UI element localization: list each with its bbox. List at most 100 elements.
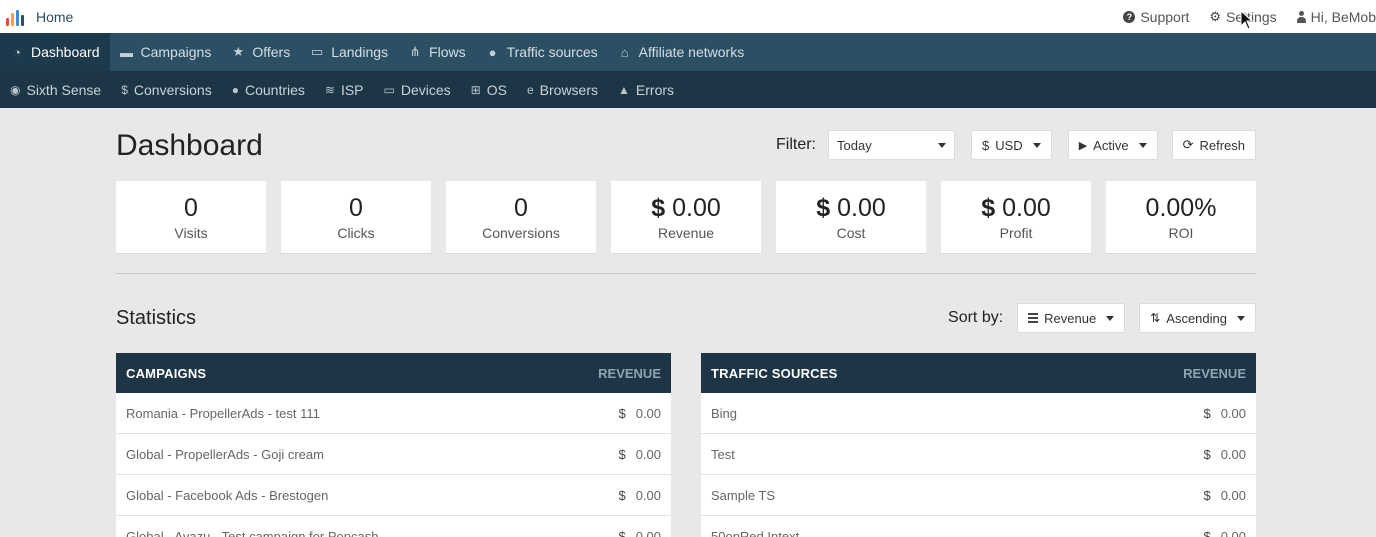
caret-down-icon	[1032, 142, 1041, 148]
status-dropdown[interactable]: ▶ Active	[1067, 130, 1158, 160]
nav-label: Errors	[635, 81, 675, 98]
kpi-value: 0	[184, 194, 198, 222]
nav-label: Dashboard	[31, 44, 100, 60]
row-value: 0.00	[635, 446, 661, 462]
row-name: Global - Avazu - Test campaign for Popca…	[126, 528, 379, 537]
nav-countries[interactable]: ● Countries	[222, 71, 315, 108]
windows-icon: ⊞	[470, 82, 481, 97]
kpi-value: 0	[349, 194, 363, 222]
nav-campaigns[interactable]: ▬ Campaigns	[110, 33, 222, 71]
currency-value: USD	[995, 137, 1023, 153]
table-row[interactable]: Global - PropellerAds - Goji cream $0.00	[116, 434, 671, 475]
sort-order-dropdown[interactable]: ⇅ Ascending	[1139, 303, 1256, 333]
table-row[interactable]: Global - Facebook Ads - Brestogen $0.00	[116, 475, 671, 516]
date-filter-value: Today	[837, 137, 872, 153]
row-value: 0.00	[1220, 487, 1246, 503]
nav-label: Landings	[331, 44, 389, 60]
row-value: 0.00	[635, 487, 661, 503]
nav-label: Countries	[244, 81, 305, 98]
row-name: Test	[711, 446, 735, 462]
kpi-number: 0.00	[837, 194, 886, 222]
kpi-value: $ 0.00	[651, 193, 721, 223]
row-name: Romania - PropellerAds - test 111	[126, 405, 320, 421]
date-filter-select[interactable]: Today	[828, 130, 955, 160]
nav-devices[interactable]: ▭ Devices	[374, 71, 461, 108]
currency-dropdown[interactable]: $ USD	[971, 130, 1052, 160]
row-value: 0.00	[635, 528, 661, 537]
nav-label: Flows	[429, 44, 466, 60]
kpi-label: Visits	[174, 225, 208, 241]
mouse-cursor-icon	[1240, 10, 1254, 30]
nav-os[interactable]: ⊞ OS	[461, 71, 517, 108]
support-link[interactable]: ? Support	[1123, 9, 1189, 25]
secondary-nav: ◉ Sixth Sense $ Conversions ● Countries …	[0, 71, 1376, 108]
panel-title: TRAFFIC SOURCES	[711, 365, 838, 381]
nav-traffic-sources[interactable]: ● Traffic sources	[476, 33, 608, 71]
nav-affiliate-networks[interactable]: ⌂ Affiliate networks	[608, 33, 755, 71]
ie-icon: e	[526, 82, 534, 97]
row-value: 0.00	[1220, 405, 1246, 421]
caret-down-icon	[1106, 315, 1115, 321]
statistics-title: Statistics	[116, 307, 197, 329]
window-icon: ▭	[311, 44, 324, 59]
table-row[interactable]: Bing $0.00	[701, 393, 1256, 434]
nav-errors[interactable]: ▲ Errors	[608, 71, 684, 108]
nav-label: Offers	[252, 44, 291, 60]
nav-label: Conversions	[133, 81, 212, 98]
sort-order-value: Ascending	[1166, 310, 1227, 326]
eye-icon: ◉	[10, 82, 21, 97]
kpi-conversions: 0 Conversions	[446, 181, 596, 254]
kpi-clicks: 0 Clicks	[281, 181, 431, 254]
nav-sixth-sense[interactable]: ◉ Sixth Sense	[0, 71, 111, 108]
table-row[interactable]: Sample TS $0.00	[701, 475, 1256, 516]
row-name: 50onRed Intext	[711, 528, 800, 537]
nav-dashboard[interactable]: ◔ Dashboard	[0, 33, 110, 71]
row-currency: $	[1203, 446, 1211, 462]
caret-down-icon	[1138, 142, 1147, 148]
home-link[interactable]: Home	[6, 8, 73, 26]
user-icon	[1296, 10, 1306, 23]
nav-isp[interactable]: ≋ ISP	[315, 71, 374, 108]
nav-conversions[interactable]: $ Conversions	[111, 71, 222, 108]
star-icon: ★	[232, 44, 245, 59]
table-row[interactable]: Romania - PropellerAds - test 111 $0.00	[116, 393, 671, 434]
table-row[interactable]: 50onRed Intext $0.00	[701, 516, 1256, 537]
user-menu[interactable]: Hi, BeMob	[1296, 8, 1376, 25]
sort-field-value: Revenue	[1044, 310, 1097, 326]
nav-offers[interactable]: ★ Offers	[221, 33, 300, 71]
filter-label: Filter:	[776, 136, 816, 153]
traffic-sources-panel-header: TRAFFIC SOURCES REVENUE	[701, 353, 1256, 393]
campaigns-panel: CAMPAIGNS REVENUE Romania - PropellerAds…	[116, 353, 671, 537]
row-value: 0.00	[1220, 446, 1246, 462]
briefcase-icon: ▬	[120, 44, 133, 60]
refresh-button[interactable]: ⟳ Refresh	[1171, 130, 1256, 160]
sitemap-icon: ⋔	[409, 44, 421, 59]
nav-flows[interactable]: ⋔ Flows	[398, 33, 476, 71]
row-currency: $	[618, 446, 626, 462]
row-currency: $	[1203, 405, 1211, 421]
play-icon: ▶	[1078, 139, 1088, 152]
nav-landings[interactable]: ▭ Landings	[300, 33, 398, 71]
divider	[116, 273, 1256, 274]
page-title: Dashboard	[116, 129, 263, 162]
kpi-label: Conversions	[482, 225, 560, 241]
nav-label: Sixth Sense	[26, 81, 102, 98]
row-name: Bing	[711, 405, 738, 421]
home-label: Home	[36, 8, 74, 25]
kpi-value: $ 0.00	[981, 193, 1051, 223]
row-value: 0.00	[1220, 528, 1246, 537]
kpi-revenue: $ 0.00 Revenue	[611, 181, 761, 254]
kpi-cost: $ 0.00 Cost	[776, 181, 926, 254]
filter-bar: Filter: Today $ USD ▶ Active ⟳ Refresh	[776, 130, 1256, 160]
user-label: Hi, BeMob	[1310, 8, 1376, 25]
row-currency: $	[1203, 528, 1211, 537]
sort-field-dropdown[interactable]: Revenue	[1017, 303, 1126, 333]
table-row[interactable]: Global - Avazu - Test campaign for Popca…	[116, 516, 671, 537]
nav-browsers[interactable]: e Browsers	[517, 71, 608, 108]
panel-metric: REVENUE	[598, 365, 661, 381]
nav-label: Campaigns	[140, 44, 212, 60]
row-name: Sample TS	[711, 487, 776, 503]
nav-label: Affiliate networks	[638, 44, 745, 60]
table-row[interactable]: Test $0.00	[701, 434, 1256, 475]
question-circle-icon: ?	[1123, 10, 1136, 23]
